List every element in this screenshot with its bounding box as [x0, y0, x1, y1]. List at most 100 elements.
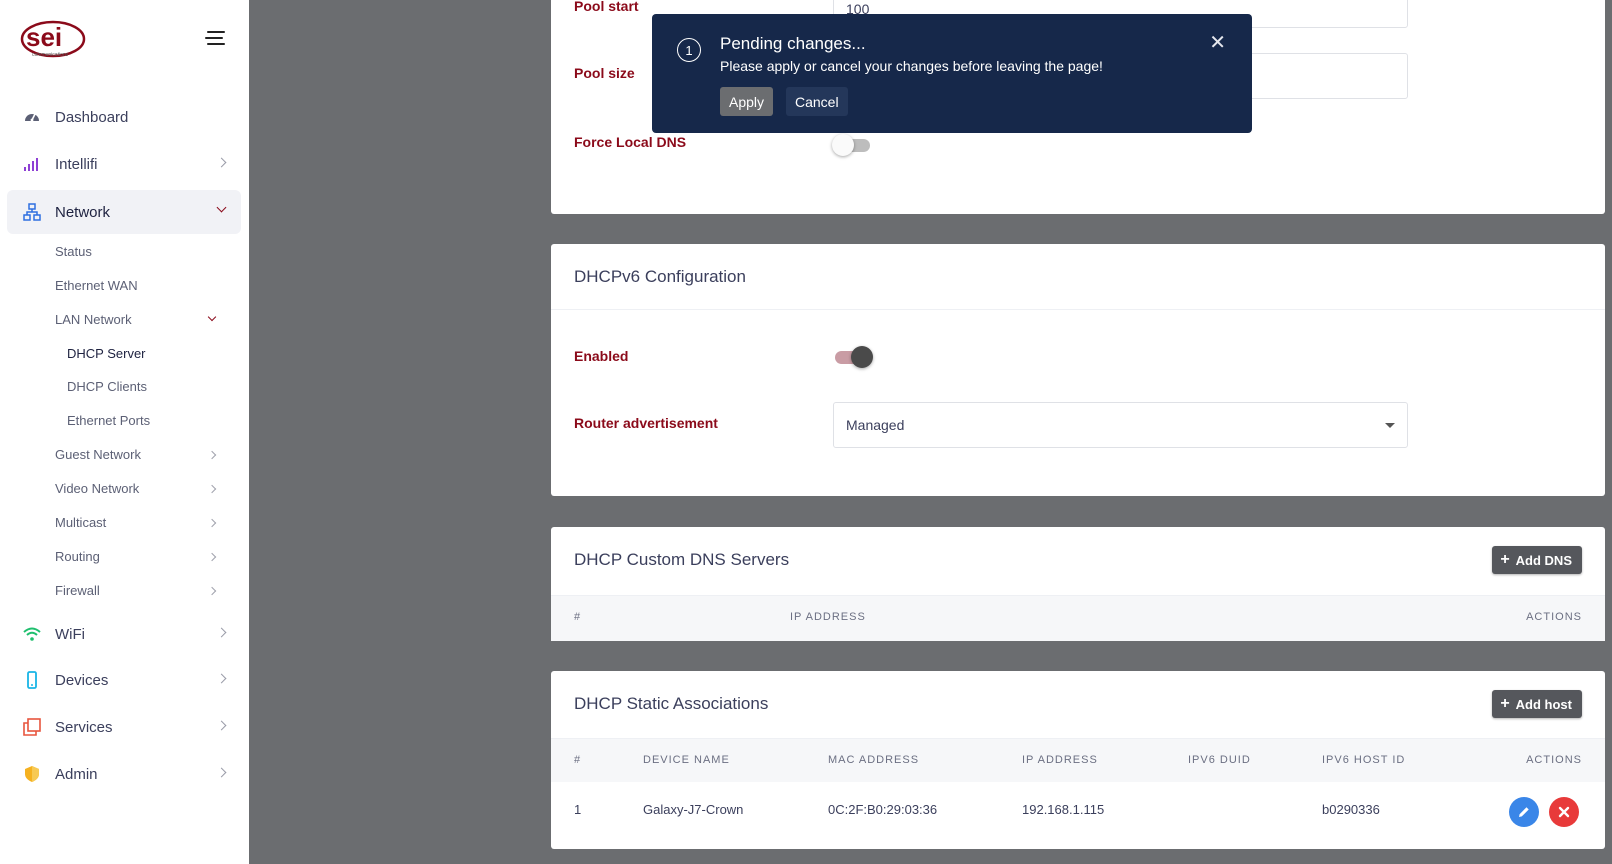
column-header: IPV6 DUID — [1188, 754, 1251, 766]
cell-ip-address: 192.168.1.115 — [1022, 802, 1105, 817]
chevron-right-icon — [216, 673, 227, 684]
sidebar-item-video-network[interactable]: Video Network — [55, 479, 241, 499]
nav-item-intellifi[interactable]: Intellifi — [7, 142, 241, 186]
select-value: Managed — [846, 417, 905, 433]
column-header: DEVICE NAME — [643, 754, 730, 766]
sidebar-item-label: Multicast — [55, 515, 107, 530]
column-header: # — [574, 754, 582, 766]
nav-label: Admin — [55, 765, 98, 783]
sidebar: sei communications Dashboard Intellifi N… — [0, 0, 249, 864]
plus-icon: + — [1500, 551, 1510, 568]
chevron-right-icon — [216, 627, 227, 638]
signal-bars-icon — [23, 155, 41, 173]
sidebar-item-status[interactable]: Status — [55, 242, 241, 262]
apply-button[interactable]: Apply — [720, 87, 774, 116]
cell-mac-address: 0C:2F:B0:29:03:36 — [828, 802, 938, 817]
cell-device-name: Galaxy-J7-Crown — [643, 802, 744, 817]
sidebar-item-ethernet-ports[interactable]: Ethernet Ports — [67, 411, 150, 431]
column-header: ACTIONS — [1526, 611, 1582, 623]
table-header: # IP ADDRESS ACTIONS — [551, 595, 1605, 641]
sidebar-item-dhcp-server[interactable]: DHCP Server — [67, 344, 146, 364]
dns-servers-card: DHCP Custom DNS Servers + Add DNS # IP A… — [551, 527, 1605, 641]
sidebar-item-lan-network[interactable]: LAN Network — [55, 310, 241, 330]
nav-label: Devices — [55, 671, 109, 689]
static-associations-card: DHCP Static Associations + Add host # DE… — [551, 671, 1605, 849]
chevron-down-icon — [216, 202, 227, 213]
chevron-right-icon — [207, 552, 217, 562]
cancel-button[interactable]: Cancel — [786, 87, 848, 116]
nav-label: Network — [55, 203, 111, 221]
dhcpv6-config-card: DHCPv6 Configuration Enabled Router adve… — [551, 244, 1605, 496]
card-title: DHCPv6 Configuration — [574, 267, 746, 286]
column-header: IPV6 HOST ID — [1322, 754, 1406, 766]
add-host-button[interactable]: + Add host — [1492, 690, 1582, 718]
caret-down-icon — [1385, 423, 1395, 428]
nav-item-devices[interactable]: Devices — [7, 658, 241, 702]
table-header: # DEVICE NAME MAC ADDRESS IP ADDRESS IPV… — [551, 738, 1605, 782]
sidebar-item-ethernet-wan[interactable]: Ethernet WAN — [55, 276, 241, 296]
cell-num: 1 — [574, 802, 582, 817]
sidebar-item-multicast[interactable]: Multicast — [55, 513, 241, 533]
button-label: Add DNS — [1515, 552, 1572, 568]
button-label: Add host — [1515, 696, 1572, 712]
copy-icon — [23, 718, 41, 736]
phone-icon — [23, 671, 41, 689]
svg-text:sei: sei — [26, 22, 62, 52]
pending-changes-toast: 1 Pending changes... Please apply or can… — [652, 14, 1252, 133]
pool-start-label: Pool start — [574, 0, 639, 14]
cell-ipv6-host-id: b0290336 — [1322, 802, 1380, 817]
chevron-down-icon — [207, 312, 217, 322]
column-header: IP ADDRESS — [790, 611, 866, 623]
step-badge: 1 — [677, 38, 701, 62]
nav-label: Intellifi — [55, 155, 98, 173]
router-advertisement-select[interactable]: Managed — [833, 402, 1408, 448]
toast-title: Pending changes... — [720, 34, 866, 53]
network-icon — [23, 203, 41, 221]
column-header: MAC ADDRESS — [828, 754, 920, 766]
chevron-right-icon — [216, 720, 227, 731]
column-header: ACTIONS — [1526, 754, 1582, 766]
pool-size-label: Pool size — [574, 65, 635, 81]
sidebar-item-label: Video Network — [55, 481, 140, 496]
force-local-dns-toggle[interactable] — [832, 134, 872, 156]
dhcpv6-enabled-toggle[interactable] — [833, 346, 873, 368]
wifi-icon — [23, 625, 41, 643]
sidebar-item-label: LAN Network — [55, 312, 132, 327]
router-advertisement-label: Router advertisement — [574, 415, 718, 431]
sidebar-item-dhcp-clients[interactable]: DHCP Clients — [67, 377, 147, 397]
card-title: DHCP Custom DNS Servers — [574, 550, 790, 569]
chevron-right-icon — [216, 157, 227, 168]
edit-button[interactable] — [1509, 797, 1539, 827]
menu-toggle-icon[interactable] — [205, 31, 225, 45]
chevron-right-icon — [207, 518, 217, 528]
chevron-right-icon — [207, 484, 217, 494]
pencil-icon — [1519, 807, 1529, 817]
nav-item-admin[interactable]: Admin — [7, 752, 241, 796]
nav-item-wifi[interactable]: WiFi — [7, 612, 241, 656]
chevron-right-icon — [207, 450, 217, 460]
toast-message: Please apply or cancel your changes befo… — [720, 58, 1103, 74]
add-dns-button[interactable]: + Add DNS — [1492, 546, 1582, 574]
nav-item-dashboard[interactable]: Dashboard — [7, 95, 241, 139]
enabled-label: Enabled — [574, 348, 629, 364]
sidebar-item-label: Routing — [55, 549, 100, 564]
column-header: # — [574, 611, 582, 623]
sidebar-item-label: Firewall — [55, 583, 100, 598]
company-logo[interactable]: sei communications — [20, 16, 86, 60]
sidebar-item-firewall[interactable]: Firewall — [55, 581, 241, 601]
plus-icon: + — [1500, 695, 1510, 712]
sidebar-item-routing[interactable]: Routing — [55, 547, 241, 567]
nav-item-network[interactable]: Network — [7, 190, 241, 234]
close-icon[interactable]: ✕ — [1209, 30, 1226, 55]
nav-label: Services — [55, 718, 113, 736]
dashboard-icon — [23, 108, 41, 126]
nav-label: Dashboard — [55, 108, 129, 126]
nav-item-services[interactable]: Services — [7, 705, 241, 749]
svg-text:communications: communications — [32, 52, 69, 58]
sidebar-item-label: Guest Network — [55, 447, 141, 462]
sidebar-item-guest-network[interactable]: Guest Network — [55, 445, 241, 465]
nav-label: WiFi — [55, 625, 85, 643]
delete-button[interactable] — [1549, 797, 1579, 827]
card-title: DHCP Static Associations — [574, 694, 769, 713]
chevron-right-icon — [207, 586, 217, 596]
